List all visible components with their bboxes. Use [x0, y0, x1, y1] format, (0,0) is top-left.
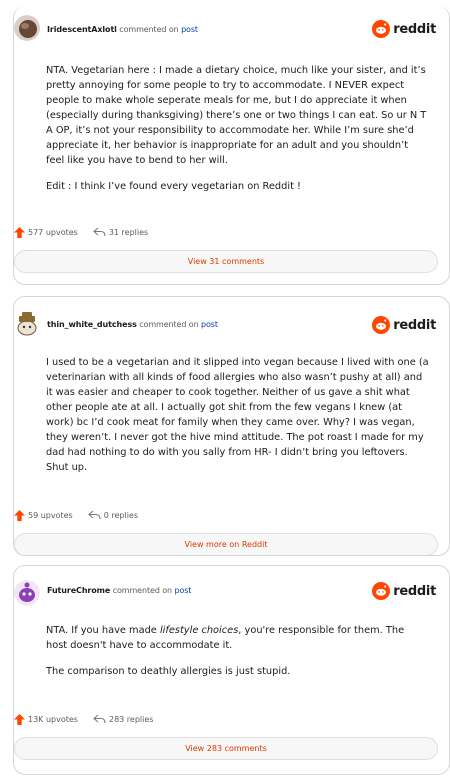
view-more-button[interactable]: View more on Reddit: [14, 533, 438, 555]
comment-paragraph: The comparison to deathly allergies is j…: [46, 666, 291, 677]
comment-stats: 13K upvotes 283 replies: [14, 711, 153, 727]
reply-arrow-icon: [93, 714, 106, 724]
comment-card: thin_white_dutchess commented on post re…: [13, 296, 450, 556]
comment-paragraph: I used to be a vegetarian and it slipped…: [46, 357, 429, 473]
reply-count: 31 replies: [108, 227, 149, 237]
byline-action: commented on: [119, 25, 179, 34]
reddit-logo[interactable]: reddit: [372, 19, 436, 39]
reply-count: 0 replies: [103, 510, 139, 520]
comment-body: I used to be a vegetarian and it slipped…: [46, 355, 429, 486]
reddit-wordmark: reddit: [393, 583, 436, 599]
comment-header: thin_white_dutchess commented on post re…: [14, 297, 449, 337]
reply-stat[interactable]: 0 replies: [87, 510, 139, 520]
user-avatar[interactable]: [14, 311, 40, 337]
reddit-snoo-icon: [372, 20, 391, 38]
comment-body: NTA. If you have made lifestyle choices,…: [46, 623, 427, 690]
comment-paragraph: NTA. Vegetarian here : I made a dietary …: [46, 65, 427, 166]
post-link[interactable]: post: [174, 586, 191, 595]
upvote-count: 577 upvotes: [28, 227, 78, 237]
username-link[interactable]: IridescentAxlotl: [47, 25, 117, 34]
comment-header: IridescentAxlotl commented on post reddi…: [14, 6, 449, 46]
view-comments-button[interactable]: View 283 comments: [14, 737, 438, 760]
reply-arrow-icon: [87, 510, 101, 520]
post-link[interactable]: post: [181, 25, 198, 34]
reply-stat[interactable]: 283 replies: [93, 714, 153, 724]
reddit-wordmark: reddit: [393, 21, 436, 37]
comment-body: NTA. Vegetarian here : I made a dietary …: [46, 63, 427, 205]
comment-paragraph: Edit : I think I’ve found every vegetari…: [46, 181, 301, 192]
byline-action: commented on: [112, 586, 173, 595]
upvote-count: 13K upvotes: [28, 714, 78, 724]
user-avatar[interactable]: [14, 15, 40, 41]
user-avatar[interactable]: [14, 580, 40, 606]
view-comments-button[interactable]: View 31 comments: [14, 250, 438, 273]
comment-stats: 577 upvotes 31 replies: [14, 224, 148, 240]
reddit-logo[interactable]: reddit: [372, 581, 436, 601]
username-link[interactable]: thin_white_dutchess: [47, 320, 137, 329]
upvote-stat[interactable]: 13K upvotes: [14, 713, 78, 725]
comment-card: FutureChrome commented on post reddit NT…: [13, 565, 450, 775]
comment-stats: 59 upvotes 0 replies: [14, 507, 138, 523]
comment-byline: thin_white_dutchess commented on post: [47, 320, 218, 329]
reply-stat[interactable]: 31 replies: [92, 227, 149, 237]
italic-text-part: lifestyle choices: [159, 625, 239, 636]
upvote-arrow-icon: [14, 713, 25, 725]
upvote-stat[interactable]: 577 upvotes: [14, 226, 78, 238]
comment-card: IridescentAxlotl commented on post reddi…: [13, 6, 450, 285]
post-link[interactable]: post: [201, 320, 218, 329]
reddit-snoo-icon: [372, 316, 391, 334]
upvote-stat[interactable]: 59 upvotes: [14, 509, 73, 521]
reply-arrow-icon: [92, 227, 106, 237]
text-part: NTA. If you have made: [46, 625, 160, 636]
upvote-arrow-icon: [14, 226, 25, 238]
upvote-arrow-icon: [14, 509, 25, 521]
comment-header: FutureChrome commented on post reddit: [14, 566, 449, 606]
reddit-wordmark: reddit: [393, 317, 436, 333]
comment-paragraph: NTA. If you have made lifestyle choices,…: [46, 623, 427, 653]
reply-count: 283 replies: [108, 714, 154, 724]
byline-action: commented on: [139, 320, 199, 329]
comment-byline: IridescentAxlotl commented on post: [47, 25, 198, 34]
reddit-logo[interactable]: reddit: [372, 315, 436, 335]
comment-byline: FutureChrome commented on post: [47, 586, 191, 595]
username-link[interactable]: FutureChrome: [47, 586, 110, 595]
reddit-snoo-icon: [372, 582, 391, 600]
upvote-count: 59 upvotes: [28, 510, 73, 520]
